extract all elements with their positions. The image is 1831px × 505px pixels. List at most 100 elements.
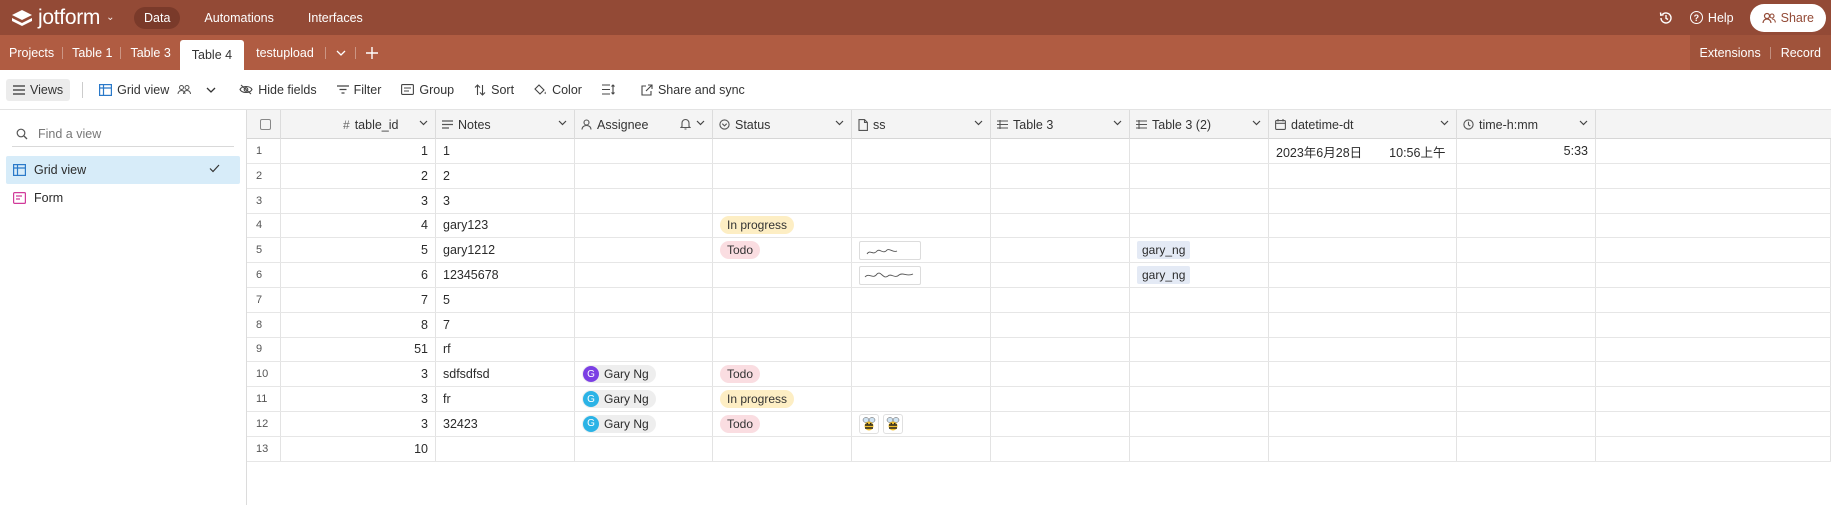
cell-table-3-2[interactable]: gary_ng [1130,238,1269,263]
cell-datetime-dt[interactable] [1269,163,1457,188]
cell-time-h-mm[interactable] [1457,337,1596,362]
row-height-button[interactable] [601,84,621,95]
cell-status[interactable]: Todo [713,411,852,436]
chevron-down-icon[interactable] [835,120,844,126]
color-button[interactable]: Color [534,83,582,97]
chevron-down-icon[interactable] [1113,120,1122,126]
share-and-sync-button[interactable]: Share and sync [641,83,745,97]
cell-table-3[interactable] [991,411,1130,436]
help-button[interactable]: ? Help [1689,11,1734,25]
column-header-datetime-dt[interactable]: datetime-dt [1269,110,1457,139]
record-button[interactable]: Record [1771,35,1831,70]
cell-empty[interactable] [1596,411,1831,436]
cell-table-3[interactable] [991,163,1130,188]
cell-table-3[interactable] [991,337,1130,362]
nav-data[interactable]: Data [134,6,181,29]
cell-datetime-dt[interactable] [1269,362,1457,387]
cell-empty[interactable] [1596,238,1831,263]
chevron-down-icon[interactable] [696,120,705,126]
cell-ss[interactable] [852,163,991,188]
cell-datetime-dt[interactable] [1269,411,1457,436]
assignee-chip[interactable]: G Gary Ng [582,414,656,433]
cell-table-id[interactable]: 3 [281,188,436,213]
group-button[interactable]: Group [401,83,454,97]
cell-empty[interactable] [1596,337,1831,362]
cell-ss[interactable] [852,337,991,362]
cell-time-h-mm[interactable] [1457,213,1596,238]
cell-ss[interactable] [852,188,991,213]
cell-status[interactable] [713,337,852,362]
cell-time-h-mm[interactable] [1457,436,1596,461]
chevron-down-icon[interactable] [1252,120,1261,126]
find-view-input[interactable]: Find a view [38,127,101,141]
tab-testupload[interactable]: testupload [244,35,326,70]
cell-datetime-dt[interactable] [1269,387,1457,411]
column-header-time-h-mm[interactable]: time-h:mm [1457,110,1596,139]
chevron-down-icon[interactable] [974,120,983,126]
cell-assignee[interactable] [575,238,713,263]
cell-ss[interactable] [852,411,991,436]
cell-time-h-mm[interactable] [1457,312,1596,337]
column-header-table-id[interactable]: # table_id [281,110,436,139]
extensions-button[interactable]: Extensions [1690,35,1771,70]
cell-assignee[interactable]: G Gary Ng [575,411,713,436]
cell-assignee[interactable] [575,263,713,287]
cell-table-3[interactable] [991,387,1130,411]
cell-table-3-2[interactable] [1130,163,1269,188]
cell-datetime-dt[interactable] [1269,213,1457,238]
cell-table-id[interactable]: 6 [281,263,436,287]
cell-status[interactable]: Todo [713,238,852,263]
find-view-search[interactable]: Find a view [12,121,234,147]
views-toggle-button[interactable]: Views [6,78,71,101]
cell-time-h-mm[interactable] [1457,362,1596,387]
column-header-table-3[interactable]: Table 3 [991,110,1130,139]
cell-status[interactable] [713,312,852,337]
cell-notes[interactable]: 5 [436,287,575,312]
tab-table-4[interactable]: Table 4 [179,40,245,70]
cell-empty[interactable] [1596,163,1831,188]
bee-image-thumbnail[interactable] [883,413,903,434]
cell-status[interactable] [713,263,852,287]
bell-icon[interactable] [680,118,691,130]
cell-table-id[interactable]: 1 [281,139,436,163]
nav-automations[interactable]: Automations [194,7,283,29]
cell-assignee[interactable] [575,337,713,362]
column-header-status[interactable]: Status [713,110,852,139]
cell-ss[interactable] [852,287,991,312]
cell-table-3[interactable] [991,238,1130,263]
chevron-down-icon[interactable] [419,120,428,126]
assignee-chip[interactable]: G Gary Ng [582,365,656,384]
hide-fields-button[interactable]: Hide fields [239,83,317,97]
cell-ss[interactable] [852,312,991,337]
cell-table-3[interactable] [991,287,1130,312]
cell-table-id[interactable]: 2 [281,163,436,188]
cell-datetime-dt[interactable] [1269,287,1457,312]
cell-table-id[interactable]: 5 [281,238,436,263]
cell-datetime-dt[interactable] [1269,312,1457,337]
cell-table-3[interactable] [991,213,1130,238]
cell-empty[interactable] [1596,213,1831,238]
cell-table-3[interactable] [991,188,1130,213]
nav-interfaces[interactable]: Interfaces [298,7,373,29]
cell-empty[interactable] [1596,188,1831,213]
logo-chevron-down-icon[interactable]: ⌄ [106,12,114,23]
grid-view-switcher[interactable]: Grid view [99,83,221,97]
cell-datetime-dt[interactable] [1269,188,1457,213]
cell-empty[interactable] [1596,312,1831,337]
cell-empty[interactable] [1596,436,1831,461]
cell-table-3-2[interactable] [1130,139,1269,163]
column-header-assignee[interactable]: Assignee [575,110,713,139]
signature-thumbnail[interactable] [859,265,921,285]
cell-ss[interactable] [852,263,991,287]
cell-notes[interactable]: sdfsdfsd [436,362,575,387]
cell-notes[interactable]: 2 [436,163,575,188]
cell-datetime-dt[interactable] [1269,436,1457,461]
cell-notes[interactable]: 32423 [436,411,575,436]
select-all-checkbox[interactable] [259,119,271,130]
column-header-ss[interactable]: ss [852,110,991,139]
all-tables-chevron-down-icon[interactable] [326,35,356,70]
cell-table-3-2[interactable] [1130,188,1269,213]
cell-datetime-dt[interactable] [1269,238,1457,263]
cell-notes[interactable]: gary123 [436,213,575,238]
cell-datetime-dt[interactable]: 2023年6月28日 10:56上午 [1269,139,1457,163]
